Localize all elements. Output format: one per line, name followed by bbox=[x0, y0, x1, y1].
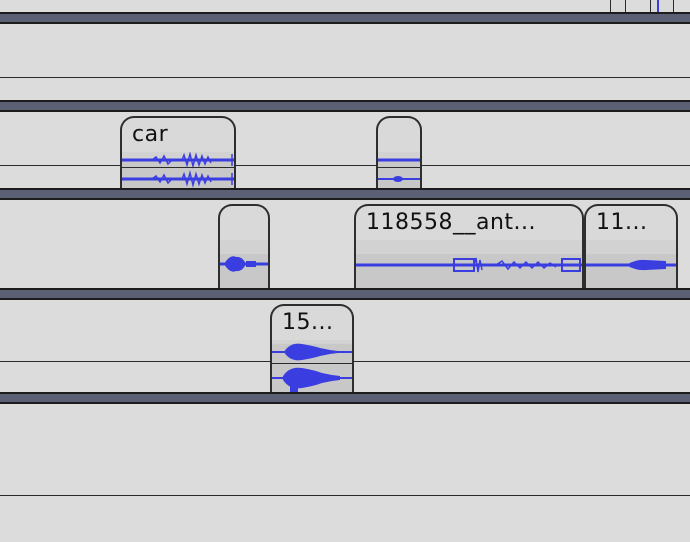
waveform bbox=[122, 152, 234, 188]
track-5[interactable] bbox=[0, 404, 690, 542]
waveform bbox=[272, 340, 352, 392]
clip-blank-top[interactable] bbox=[376, 116, 422, 188]
clip-title: car bbox=[132, 122, 169, 147]
track-2[interactable] bbox=[0, 112, 690, 188]
channel-divider bbox=[0, 495, 690, 496]
waveform bbox=[586, 240, 676, 288]
clip-eleven[interactable]: 11... bbox=[584, 204, 678, 288]
clip-fifteen[interactable]: 15... bbox=[270, 304, 354, 392]
clip-title: 118558__ant... bbox=[366, 210, 537, 235]
channel-divider bbox=[0, 77, 690, 78]
track-1[interactable] bbox=[0, 24, 690, 102]
waveform bbox=[220, 240, 268, 288]
clip-antenna[interactable]: 118558__ant... bbox=[354, 204, 584, 288]
waveform bbox=[356, 240, 582, 288]
clip-title: 11... bbox=[596, 210, 648, 235]
waveform bbox=[378, 152, 420, 188]
track-separator[interactable] bbox=[0, 100, 690, 112]
track-separator[interactable] bbox=[0, 188, 690, 200]
clip-car[interactable]: car bbox=[120, 116, 236, 188]
clip-blank-mid[interactable] bbox=[218, 204, 270, 288]
clip-title: 15... bbox=[282, 310, 334, 335]
track-separator[interactable] bbox=[0, 392, 690, 404]
track-separator[interactable] bbox=[0, 288, 690, 300]
track-separator[interactable] bbox=[0, 12, 690, 24]
channel-divider bbox=[0, 165, 690, 166]
